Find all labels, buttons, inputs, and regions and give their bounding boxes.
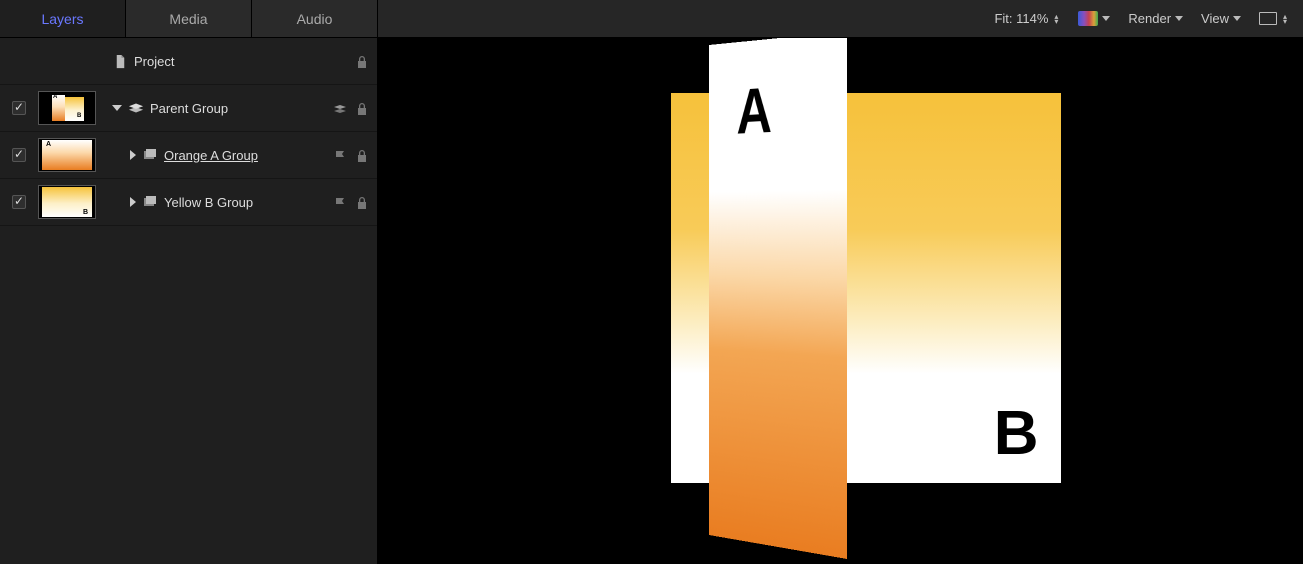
stepper-chevrons-icon: ▴▾ (1052, 14, 1060, 24)
lock-icon[interactable] (355, 102, 369, 115)
layers-panel: Layers Media Audio Project (0, 0, 378, 564)
disclosure-triangle-icon[interactable] (112, 105, 122, 111)
lock-icon[interactable] (355, 55, 369, 68)
name-cell: Yellow B Group (102, 195, 333, 210)
layer-thumbnail: A (38, 138, 96, 172)
layer-label: Yellow B Group (164, 195, 253, 210)
visibility-checkbox[interactable] (12, 195, 26, 209)
lock-icon[interactable] (355, 149, 369, 162)
visibility-checkbox[interactable] (12, 148, 26, 162)
stack-icon[interactable] (333, 102, 347, 115)
group-2d-icon (142, 148, 158, 162)
chevron-down-icon (1175, 16, 1183, 21)
layer-row-orange-a-group[interactable]: A Orange A Group (0, 132, 377, 179)
flag-icon[interactable] (333, 149, 347, 162)
render-menu[interactable]: Render (1128, 11, 1183, 26)
layer-label: Orange A Group (164, 148, 258, 163)
tab-label: Media (169, 11, 207, 27)
stepper-chevrons-icon: ▴▾ (1281, 14, 1289, 24)
color-swatch-icon (1078, 11, 1098, 26)
name-cell: Orange A Group (102, 148, 333, 163)
canvas-orange-a-card[interactable]: A (709, 38, 847, 559)
flag-icon[interactable] (333, 196, 347, 209)
tab-label: Layers (41, 11, 83, 27)
zoom-fit-stepper[interactable]: Fit: 114% ▴▾ (994, 11, 1060, 26)
disclosure-triangle-icon[interactable] (130, 197, 136, 207)
view-layout-icon (1259, 12, 1277, 25)
lock-icon[interactable] (355, 196, 369, 209)
chevron-down-icon (1102, 16, 1110, 21)
layer-row-project[interactable]: Project (0, 38, 377, 85)
tab-audio[interactable]: Audio (252, 0, 377, 37)
project-icon (112, 54, 128, 68)
visibility-checkbox[interactable] (12, 101, 26, 115)
view-layout-menu[interactable]: ▴▾ (1259, 12, 1289, 25)
layer-row-parent-group[interactable]: AB Parent Group (0, 85, 377, 132)
group-2d-icon (142, 195, 158, 209)
tab-layers[interactable]: Layers (0, 0, 126, 37)
tab-label: Audio (297, 11, 333, 27)
render-label: Render (1128, 11, 1171, 26)
canvas-toolbar: Fit: 114% ▴▾ Render View ▴▾ (378, 0, 1303, 38)
viewer-area: Fit: 114% ▴▾ Render View ▴▾ B A (378, 0, 1303, 564)
zoom-label: Fit: 114% (994, 11, 1048, 26)
name-cell: Project (102, 54, 355, 69)
view-label: View (1201, 11, 1229, 26)
view-menu[interactable]: View (1201, 11, 1241, 26)
layer-rows: Project AB Parent Group (0, 38, 377, 564)
tab-media[interactable]: Media (126, 0, 252, 37)
group-3d-icon (128, 101, 144, 115)
canvas-scene: B A (541, 38, 1141, 535)
chevron-down-icon (1233, 16, 1241, 21)
disclosure-triangle-icon[interactable] (130, 150, 136, 160)
layer-label: Parent Group (150, 101, 228, 116)
panel-tabs: Layers Media Audio (0, 0, 377, 38)
canvas-viewport[interactable]: B A (378, 38, 1303, 564)
letter-a-label: A (736, 74, 771, 149)
layer-thumbnail: B (38, 185, 96, 219)
name-cell: Parent Group (102, 101, 333, 116)
letter-b-label: B (994, 398, 1039, 469)
layer-row-yellow-b-group[interactable]: B Yellow B Group (0, 179, 377, 226)
layer-thumbnail: AB (38, 91, 96, 125)
layer-label: Project (134, 54, 174, 69)
color-channel-menu[interactable] (1078, 11, 1110, 26)
